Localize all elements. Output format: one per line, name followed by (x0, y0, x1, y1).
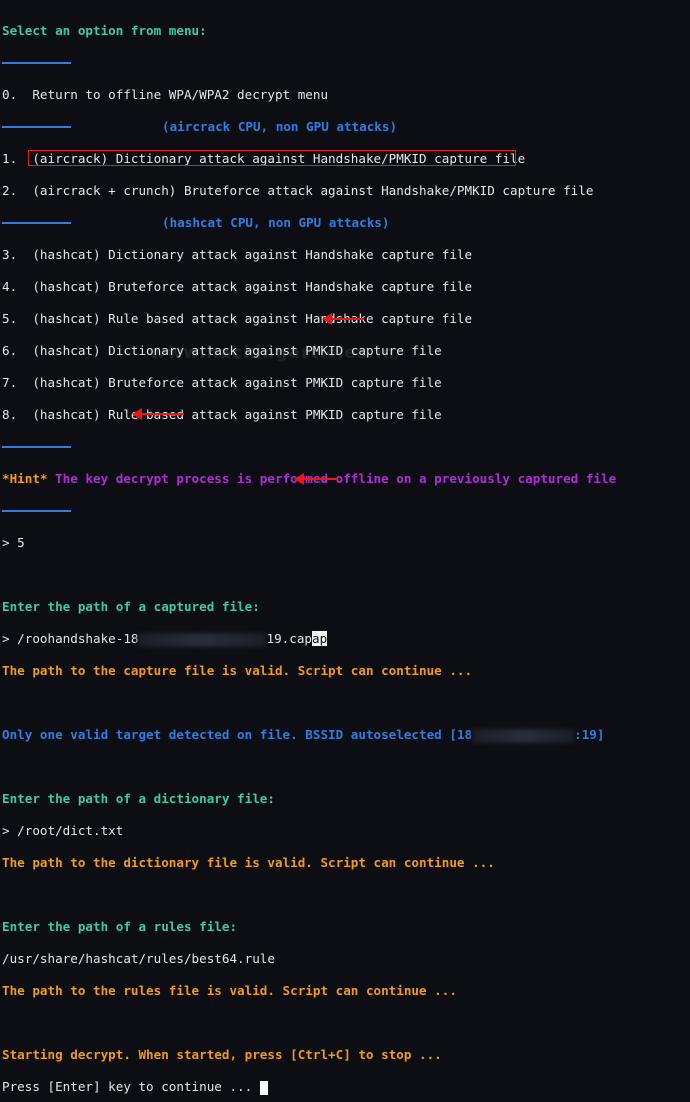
rules-valid-message: The path to the rules file is valid. Scr… (2, 983, 457, 998)
bssid-prefix: 18 (456, 727, 473, 742)
dictionary-prompt: Enter the path of a dictionary file: (2, 791, 275, 806)
text-cursor (259, 1080, 268, 1095)
arrow-annotation-capture (322, 313, 364, 325)
highlight-box-option-5 (28, 150, 516, 166)
hint-label: *Hint* (2, 471, 48, 486)
continue-prompt-text: Press [Enter] key to continue ... (2, 1079, 253, 1094)
menu-prompt: Select an option from menu: (2, 23, 207, 38)
menu-option-4: 4. (hashcat) Bruteforce attack against H… (2, 279, 473, 294)
separator (2, 55, 616, 71)
capture-file-input[interactable]: > /roohandshake-18 19.capap (2, 631, 616, 647)
menu-option-0: 0. Return to offline WPA/WPA2 decrypt me… (2, 87, 329, 102)
hashcat-header-text: (hashcat CPU, non GPU attacks) (162, 215, 390, 230)
capture-file-prompt: Enter the path of a captured file: (2, 599, 260, 614)
continue-prompt[interactable]: Press [Enter] key to continue ... (2, 1079, 616, 1095)
aircrack-header-text: (aircrack CPU, non GPU attacks) (162, 119, 398, 134)
capture-valid-message: The path to the capture file is valid. S… (2, 663, 473, 678)
menu-option-3: 3. (hashcat) Dictionary attack against H… (2, 247, 473, 262)
dictionary-valid-message: The path to the dictionary file is valid… (2, 855, 495, 870)
target-detected-suffix: ] (596, 727, 605, 742)
separator (2, 503, 616, 519)
arrow-annotation-rules (294, 473, 338, 485)
capture-input-suffix: 19.cap (266, 631, 312, 646)
rules-prompt: Enter the path of a rules file: (2, 919, 238, 934)
separator (2, 439, 616, 455)
capture-input-cursor: ap (311, 631, 328, 646)
menu-option-5: 5. (hashcat) Rule based attack against H… (2, 311, 473, 326)
hashcat-section-header: (hashcat CPU, non GPU attacks) (2, 215, 616, 231)
bssid-suffix: :19 (574, 727, 597, 742)
terminal-output: Select an option from menu: 0. Return to… (2, 7, 616, 1102)
redacted-text (138, 632, 267, 647)
menu-option-2: 2. (aircrack + crunch) Bruteforce attack… (2, 183, 594, 198)
aircrack-section-header: (aircrack CPU, non GPU attacks) (2, 119, 616, 135)
start-decrypt-message: Starting decrypt. When started, press [C… (2, 1047, 442, 1062)
rules-input[interactable]: /usr/share/hashcat/rules/best64.rule (2, 951, 616, 967)
redacted-bssid (472, 728, 575, 743)
target-detected-message: Only one valid target detected on file. … (2, 727, 616, 743)
menu-option-7: 7. (hashcat) Bruteforce attack against P… (2, 375, 442, 390)
menu-selection-input: > 5 (2, 535, 25, 550)
capture-input-prefix: > /roohandshake-18 (2, 631, 139, 646)
dictionary-input[interactable]: > /root/dict.txt (2, 823, 616, 839)
arrow-annotation-dictionary (132, 408, 184, 420)
watermark: www.hackingarticles.in (150, 343, 396, 363)
menu-option-8: 8. (hashcat) Rule based attack against P… (2, 407, 442, 422)
target-detected-prefix: Only one valid target detected on file. … (2, 727, 457, 742)
